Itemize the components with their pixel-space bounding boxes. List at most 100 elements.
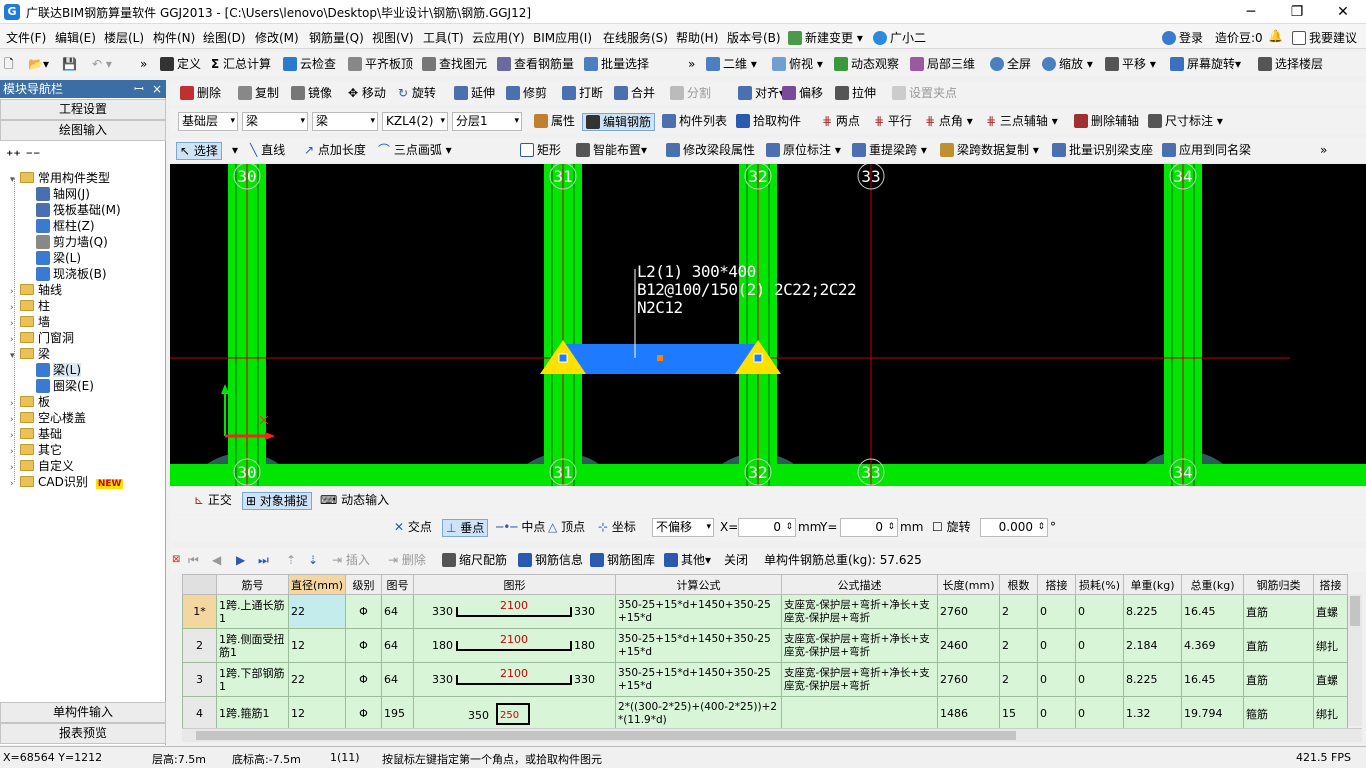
- menu-draw[interactable]: 绘图(D): [203, 29, 246, 46]
- rotate-checkbox[interactable]: ☐ 旋转: [932, 519, 971, 537]
- collapse-icon[interactable]: ▾: [10, 172, 20, 188]
- mirror-button[interactable]: 镜像: [291, 85, 332, 103]
- cell-total[interactable]: 16.45: [1181, 662, 1245, 697]
- cell-fig[interactable]: 64: [381, 662, 415, 697]
- tree-item[interactable]: 现浇板(B): [36, 266, 107, 282]
- cell-loss[interactable]: 0: [1075, 696, 1125, 731]
- undo-icon[interactable]: ↶ ▾: [92, 56, 112, 74]
- cell-cat[interactable]: 箍筋: [1243, 696, 1315, 731]
- menu-bim[interactable]: BIM应用(I): [533, 29, 592, 46]
- move-up-icon[interactable]: ⇡: [286, 552, 296, 570]
- menu-floor[interactable]: 楼层(L): [104, 29, 144, 46]
- menu-help[interactable]: 帮助(H): [676, 29, 718, 46]
- scrollbar-thumb[interactable]: [196, 731, 1016, 740]
- snap-intersection[interactable]: ✕ 交点: [394, 519, 432, 537]
- rectangle-button[interactable]: 矩形: [520, 142, 561, 160]
- minimize-button[interactable]: ─: [1228, 0, 1274, 24]
- cell-len[interactable]: 2760: [937, 662, 1001, 697]
- col-header[interactable]: 损耗(%): [1075, 574, 1125, 595]
- menu-modify[interactable]: 修改(M): [255, 29, 299, 46]
- bell-icon[interactable]: 🔔: [1268, 29, 1283, 43]
- col-header[interactable]: 筋号: [216, 574, 289, 595]
- cloud-check-button[interactable]: 云检查: [283, 56, 336, 74]
- cell-lapt[interactable]: 直螺: [1313, 662, 1349, 697]
- close-button[interactable]: ✕: [1320, 0, 1366, 24]
- cell-count[interactable]: 2: [999, 628, 1039, 663]
- edit-rebar-button[interactable]: 编辑钢筋: [582, 113, 656, 131]
- collapse-icon[interactable]: ▾: [10, 348, 20, 364]
- cell-grade[interactable]: Φ: [345, 594, 383, 629]
- cell-formula[interactable]: 350-25+15*d+1450+350-25+15*d: [615, 594, 783, 629]
- col-header[interactable]: 单重(kg): [1123, 574, 1183, 595]
- shape-cell[interactable]: 330 2100 330: [413, 662, 617, 697]
- dynamic-input-toggle[interactable]: ⌨ 动态输入: [320, 492, 389, 510]
- delete-aux-button[interactable]: 删除辅轴: [1074, 113, 1139, 131]
- three-point-arc-dropdown[interactable]: ⌒ 三点画弧 ▾: [378, 142, 452, 160]
- tree-item[interactable]: ▾ 常用构件类型: [10, 170, 110, 186]
- three-point-aux-dropdown[interactable]: ⋕ 三点辅轴 ▾: [986, 113, 1058, 131]
- cell-loss[interactable]: 0: [1075, 628, 1125, 663]
- type-select[interactable]: 梁 ▾: [242, 112, 308, 131]
- col-header[interactable]: 级别: [345, 574, 383, 595]
- cell-grade[interactable]: Φ: [345, 628, 383, 663]
- cell-count[interactable]: 2: [999, 594, 1039, 629]
- offset-mode-select[interactable]: 不偏移 ▾: [652, 518, 714, 537]
- cell-loss[interactable]: 0: [1075, 594, 1125, 629]
- cell-dia[interactable]: 22: [287, 594, 347, 629]
- col-header[interactable]: 总重(kg): [1181, 574, 1245, 595]
- menu-view[interactable]: 视图(V): [372, 29, 414, 46]
- pick-element-button[interactable]: 拾取构件: [736, 113, 801, 131]
- cell-grade[interactable]: Φ: [345, 662, 383, 697]
- tree-item[interactable]: › CAD识别 NEW: [10, 474, 124, 492]
- cell-desc[interactable]: [781, 696, 939, 731]
- col-header[interactable]: 公式描述: [781, 574, 939, 595]
- cell-len[interactable]: 1486: [937, 696, 1001, 731]
- select-button[interactable]: ↖ 选择: [176, 142, 222, 160]
- expand-icon[interactable]: ›: [10, 476, 20, 492]
- cell-fig[interactable]: 64: [381, 594, 415, 629]
- rotate-button[interactable]: ↻ 旋转: [398, 85, 436, 103]
- cell-unit[interactable]: 8.225: [1123, 662, 1183, 697]
- cell-unit[interactable]: 2.184: [1123, 628, 1183, 663]
- col-header[interactable]: 钢筋归类: [1243, 574, 1315, 595]
- copy-button[interactable]: 复制: [238, 85, 279, 103]
- rebar-library-button[interactable]: 钢筋图库: [590, 552, 655, 570]
- toolbar-overflow3-icon[interactable]: »: [1320, 142, 1327, 160]
- tree-item[interactable]: › 柱: [10, 298, 50, 314]
- cell-total[interactable]: 4.369: [1181, 628, 1245, 663]
- stretch-button[interactable]: 拉伸: [835, 85, 876, 103]
- single-element-input-button[interactable]: 单构件输入: [0, 702, 166, 723]
- tree-item[interactable]: › 板: [10, 394, 50, 410]
- table-row[interactable]: 4 1跨.箍筋1 12 Φ 195 350 250 2*((300-2*25)+(400-2*…: [182, 696, 1349, 731]
- dimension-dropdown[interactable]: 尺寸标注 ▾: [1148, 113, 1223, 131]
- open-file-icon[interactable]: 📂▾: [28, 56, 49, 74]
- prev-record-icon[interactable]: ◀: [212, 552, 221, 570]
- copy-span-dropdown[interactable]: 梁跨数据复制 ▾: [940, 142, 1039, 160]
- object-snap-toggle[interactable]: ⊞ 对象捕捉: [242, 492, 312, 510]
- cell-formula[interactable]: 350-25+15*d+1450+350-25+15*d: [615, 662, 783, 697]
- element-select[interactable]: KZL4(2) ▾: [382, 112, 448, 131]
- cell-desc[interactable]: 支座宽-保护层+弯折+净长+支座宽-保护层+弯折: [781, 628, 939, 663]
- inplace-annotation-dropdown[interactable]: 原位标注 ▾: [766, 142, 841, 160]
- col-header[interactable]: 根数: [999, 574, 1039, 595]
- merge-button[interactable]: 合并: [614, 85, 655, 103]
- extend-button[interactable]: 延伸: [454, 85, 495, 103]
- tree-item[interactable]: 框柱(Z): [36, 218, 95, 234]
- toolbar-overflow-icon[interactable]: »: [140, 56, 147, 74]
- cell-fig[interactable]: 195: [381, 696, 415, 731]
- tree-item[interactable]: ▾ 梁: [10, 346, 50, 362]
- move-down-icon[interactable]: ⇣: [308, 552, 318, 570]
- cell-loss[interactable]: 0: [1075, 662, 1125, 697]
- report-preview-button[interactable]: 报表预览: [0, 723, 166, 744]
- new-file-icon[interactable]: 🗋: [4, 56, 14, 74]
- relift-span-dropdown[interactable]: 重提梁跨 ▾: [852, 142, 927, 160]
- cell-count[interactable]: 15: [999, 696, 1039, 731]
- menu-component[interactable]: 构件(N): [153, 29, 195, 46]
- cell-fig[interactable]: 64: [381, 628, 415, 663]
- beam-grip[interactable]: [753, 353, 763, 363]
- table-row[interactable]: 3 1跨.下部钢筋1 22 Φ 64 330 2100 330 350-25+15*d+1450…: [182, 662, 1349, 697]
- col-header[interactable]: 图形: [413, 574, 617, 595]
- view-2d-dropdown[interactable]: 二维 ▾: [706, 56, 757, 74]
- drawing-input-button[interactable]: 绘图输入: [0, 120, 166, 141]
- cell-lap[interactable]: 0: [1037, 696, 1077, 731]
